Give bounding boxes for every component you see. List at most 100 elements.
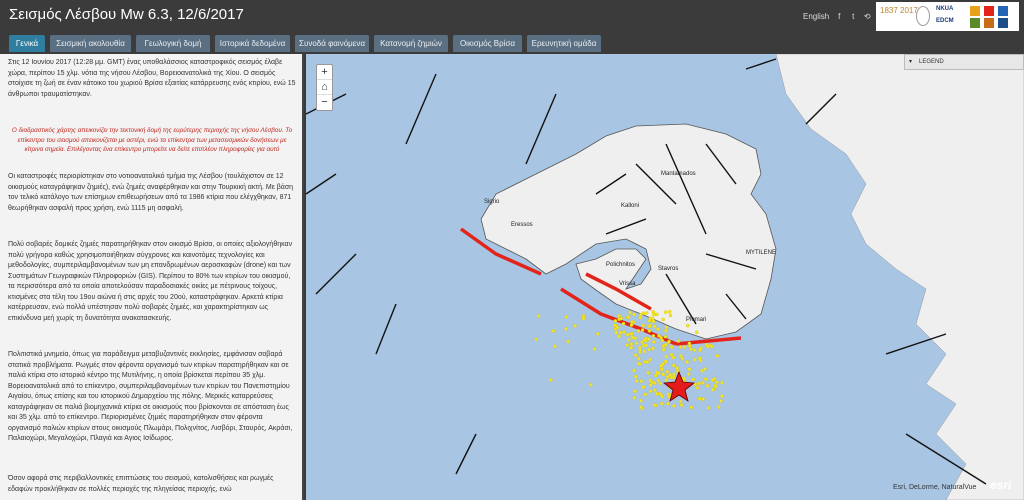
aftershock-point[interactable]	[679, 403, 684, 407]
aftershock-point[interactable]	[660, 394, 664, 398]
aftershock-point[interactable]	[648, 316, 653, 321]
language-link[interactable]: English	[803, 12, 829, 21]
aftershock-point[interactable]	[703, 377, 708, 381]
aftershock-point[interactable]	[644, 343, 649, 348]
aftershock-point[interactable]	[678, 345, 683, 349]
aftershock-point[interactable]	[581, 316, 586, 321]
aftershock-point[interactable]	[654, 391, 659, 396]
aftershock-point[interactable]	[663, 359, 668, 364]
aftershock-point[interactable]	[638, 313, 643, 317]
aftershock-point[interactable]	[636, 356, 641, 361]
aftershock-point[interactable]	[651, 310, 656, 314]
aftershock-point[interactable]	[679, 353, 683, 358]
share-icon[interactable]: ⟲	[863, 12, 871, 21]
aftershock-point[interactable]	[720, 394, 724, 398]
aftershock-point[interactable]	[536, 314, 541, 318]
aftershock-point[interactable]	[645, 360, 649, 364]
aftershock-point[interactable]	[678, 399, 683, 404]
aftershock-point[interactable]	[698, 348, 702, 352]
aftershock-point[interactable]	[648, 389, 653, 394]
aftershock-point[interactable]	[671, 363, 676, 368]
map-canvas[interactable]	[306, 54, 1024, 500]
aftershock-point[interactable]	[652, 403, 657, 407]
aftershock-point[interactable]	[703, 367, 707, 371]
aftershock-point[interactable]	[660, 367, 664, 371]
aftershock-point[interactable]	[668, 313, 673, 318]
aftershock-point[interactable]	[644, 311, 649, 315]
aftershock-point[interactable]	[632, 396, 637, 400]
aftershock-point[interactable]	[713, 384, 718, 389]
aftershock-point[interactable]	[657, 371, 661, 375]
aftershock-point[interactable]	[549, 378, 553, 382]
tab-historical-data[interactable]: Ιστορικά δεδομένα	[215, 35, 290, 52]
aftershock-point[interactable]	[647, 324, 652, 329]
aftershock-point[interactable]	[672, 372, 676, 377]
aftershock-point[interactable]	[668, 372, 672, 377]
legend-panel[interactable]: ▾ LEGEND	[904, 54, 1024, 70]
aftershock-point[interactable]	[686, 323, 690, 328]
aftershock-point[interactable]	[588, 382, 593, 387]
aftershock-point[interactable]	[686, 372, 691, 376]
tab-geological-structure[interactable]: Γεωλογική δομή	[136, 35, 210, 52]
aftershock-point[interactable]	[712, 377, 717, 381]
aftershock-point[interactable]	[701, 381, 705, 385]
aftershock-point[interactable]	[629, 345, 633, 350]
aftershock-point[interactable]	[629, 342, 634, 346]
aftershock-point[interactable]	[566, 339, 570, 344]
aftershock-point[interactable]	[636, 329, 641, 333]
aftershock-point[interactable]	[642, 349, 647, 354]
aftershock-point[interactable]	[629, 323, 634, 327]
aftershock-point[interactable]	[634, 379, 639, 383]
aftershock-point[interactable]	[619, 316, 623, 321]
aftershock-point[interactable]	[695, 386, 700, 390]
aftershock-point[interactable]	[625, 343, 629, 347]
info-sidebar[interactable]: Στις 12 Ιουνίου 2017 (12:28 μμ. GMT) ένα…	[0, 54, 304, 500]
aftershock-point[interactable]	[622, 330, 626, 334]
aftershock-point[interactable]	[661, 317, 665, 322]
aftershock-point[interactable]	[613, 323, 617, 328]
aftershock-point[interactable]	[617, 334, 621, 339]
aftershock-point[interactable]	[641, 311, 646, 316]
aftershock-point[interactable]	[701, 397, 705, 401]
aftershock-point[interactable]	[636, 361, 641, 366]
aftershock-point[interactable]	[629, 332, 634, 336]
aftershock-point[interactable]	[642, 338, 647, 342]
aftershock-point[interactable]	[639, 398, 643, 403]
aftershock-point[interactable]	[639, 405, 643, 409]
aftershock-point[interactable]	[651, 346, 655, 351]
aftershock-point[interactable]	[706, 406, 711, 410]
tab-vrisa-settlement[interactable]: Οικισμός Βρίσα	[453, 35, 522, 52]
aftershock-point[interactable]	[697, 381, 701, 386]
aftershock-point[interactable]	[655, 312, 659, 317]
aftershock-point[interactable]	[658, 381, 663, 386]
aftershock-point[interactable]	[639, 379, 643, 383]
aftershock-point[interactable]	[666, 401, 670, 406]
aftershock-point[interactable]	[664, 354, 669, 359]
aftershock-point[interactable]	[669, 352, 674, 357]
aftershock-point[interactable]	[689, 405, 694, 410]
aftershock-point[interactable]	[671, 355, 676, 360]
aftershock-point[interactable]	[656, 327, 660, 331]
aftershock-point[interactable]	[664, 378, 669, 382]
aftershock-point[interactable]	[705, 344, 710, 349]
aftershock-point[interactable]	[652, 324, 657, 329]
aftershock-point[interactable]	[564, 315, 569, 319]
aftershock-point[interactable]	[666, 340, 671, 344]
aftershock-point[interactable]	[534, 337, 539, 342]
aftershock-point[interactable]	[664, 328, 668, 333]
aftershock-point[interactable]	[663, 334, 668, 339]
aftershock-point[interactable]	[643, 392, 648, 397]
aftershock-point[interactable]	[628, 310, 632, 315]
aftershock-point[interactable]	[647, 347, 651, 352]
tab-damage-distribution[interactable]: Κατανομή ζημιών	[374, 35, 448, 52]
aftershock-point[interactable]	[634, 353, 638, 357]
aftershock-point[interactable]	[661, 348, 666, 352]
aftershock-point[interactable]	[682, 345, 687, 349]
aftershock-point[interactable]	[659, 364, 663, 368]
aftershock-point[interactable]	[592, 347, 597, 351]
tab-associated-phenomena[interactable]: Συνοδά φαινόμενα	[295, 35, 369, 52]
aftershock-point[interactable]	[652, 340, 656, 344]
aftershock-point[interactable]	[664, 310, 668, 314]
aftershock-point[interactable]	[650, 380, 655, 385]
aftershock-point[interactable]	[661, 344, 666, 348]
